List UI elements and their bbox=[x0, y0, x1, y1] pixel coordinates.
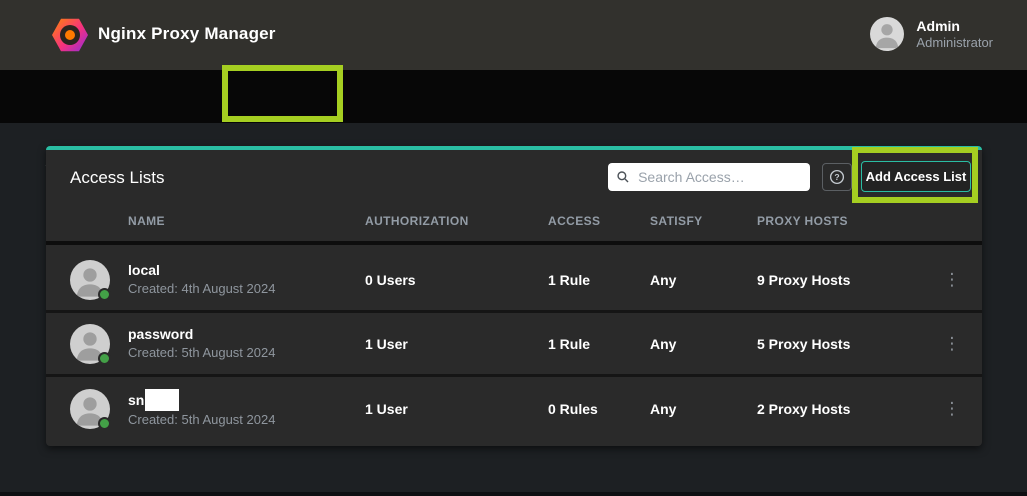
table-row[interactable]: local Created: 4th August 2024 0 Users 1… bbox=[46, 249, 982, 313]
online-status-dot bbox=[98, 288, 111, 301]
npm-logo-icon bbox=[52, 17, 88, 53]
name-cell: local Created: 4th August 2024 bbox=[128, 261, 365, 298]
access-cell: 0 Rules bbox=[548, 401, 650, 417]
authorization-cell: 1 User bbox=[365, 336, 548, 352]
satisfy-cell: Any bbox=[650, 336, 757, 352]
user-role: Administrator bbox=[916, 35, 993, 51]
created-date: Created: 4th August 2024 bbox=[128, 280, 365, 298]
main-nav: Dashboard Hosts Access Lists SSL Certifi… bbox=[0, 70, 1027, 123]
row-menu-icon[interactable]: ⋮ bbox=[922, 402, 982, 416]
svg-text:?: ? bbox=[834, 172, 839, 182]
created-date: Created: 5th August 2024 bbox=[128, 344, 365, 362]
help-icon: ? bbox=[828, 168, 846, 186]
help-button[interactable]: ? bbox=[822, 163, 852, 191]
user-avatar[interactable] bbox=[870, 17, 904, 51]
authorization-cell: 1 User bbox=[365, 401, 548, 417]
avatar-cell bbox=[46, 389, 128, 429]
row-menu-icon[interactable]: ⋮ bbox=[922, 273, 982, 287]
access-cell: 1 Rule bbox=[548, 336, 650, 352]
row-avatar bbox=[70, 324, 110, 364]
search-icon bbox=[616, 169, 630, 185]
logo-core bbox=[65, 30, 75, 40]
authorization-cell: 0 Users bbox=[365, 272, 548, 288]
column-header-authorization: AUTHORIZATION bbox=[365, 214, 548, 228]
row-avatar bbox=[70, 260, 110, 300]
name-cell: sn Created: 5th August 2024 bbox=[128, 389, 365, 429]
row-avatar bbox=[70, 389, 110, 429]
proxy-hosts-cell: 5 Proxy Hosts bbox=[757, 336, 922, 352]
row-menu-icon[interactable]: ⋮ bbox=[922, 337, 982, 351]
access-list-name: local bbox=[128, 261, 160, 280]
column-header-proxy-hosts: PROXY HOSTS bbox=[757, 214, 922, 228]
name-cell: password Created: 5th August 2024 bbox=[128, 325, 365, 362]
redaction-box bbox=[145, 389, 179, 411]
column-header-access: ACCESS bbox=[548, 214, 650, 228]
online-status-dot bbox=[98, 352, 111, 365]
proxy-hosts-cell: 9 Proxy Hosts bbox=[757, 272, 922, 288]
avatar-cell bbox=[46, 260, 128, 300]
search-box[interactable] bbox=[608, 163, 810, 191]
proxy-hosts-cell: 2 Proxy Hosts bbox=[757, 401, 922, 417]
search-input[interactable] bbox=[638, 169, 802, 185]
screen: Nginx Proxy Manager Admin Administrator … bbox=[0, 0, 1027, 496]
user-menu[interactable]: Admin Administrator bbox=[870, 17, 993, 51]
table-row[interactable]: password Created: 5th August 2024 1 User… bbox=[46, 313, 982, 377]
avatar-cell bbox=[46, 324, 128, 364]
user-name: Admin bbox=[916, 17, 993, 35]
online-status-dot bbox=[98, 417, 111, 430]
user-meta: Admin Administrator bbox=[916, 17, 993, 51]
access-lists-panel: Access Lists ? Add Access List NAME AUTH… bbox=[46, 146, 982, 446]
created-date: Created: 5th August 2024 bbox=[128, 411, 365, 429]
column-header-name: NAME bbox=[128, 214, 365, 228]
satisfy-cell: Any bbox=[650, 272, 757, 288]
app-header: Nginx Proxy Manager Admin Administrator bbox=[0, 0, 1027, 70]
access-cell: 1 Rule bbox=[548, 272, 650, 288]
column-header-satisfy: SATISFY bbox=[650, 214, 757, 228]
satisfy-cell: Any bbox=[650, 401, 757, 417]
add-access-list-button[interactable]: Add Access List bbox=[861, 161, 971, 192]
bottom-edge bbox=[0, 492, 1027, 496]
person-icon bbox=[870, 17, 904, 51]
access-list-name: sn bbox=[128, 391, 144, 410]
app-title: Nginx Proxy Manager bbox=[98, 24, 276, 44]
access-list-name: password bbox=[128, 325, 193, 344]
table-header: NAME AUTHORIZATION ACCESS SATISFY PROXY … bbox=[46, 201, 982, 245]
panel-title: Access Lists bbox=[70, 168, 164, 188]
table-body: local Created: 4th August 2024 0 Users 1… bbox=[46, 249, 982, 441]
table-row[interactable]: sn Created: 5th August 2024 1 User 0 Rul… bbox=[46, 377, 982, 441]
